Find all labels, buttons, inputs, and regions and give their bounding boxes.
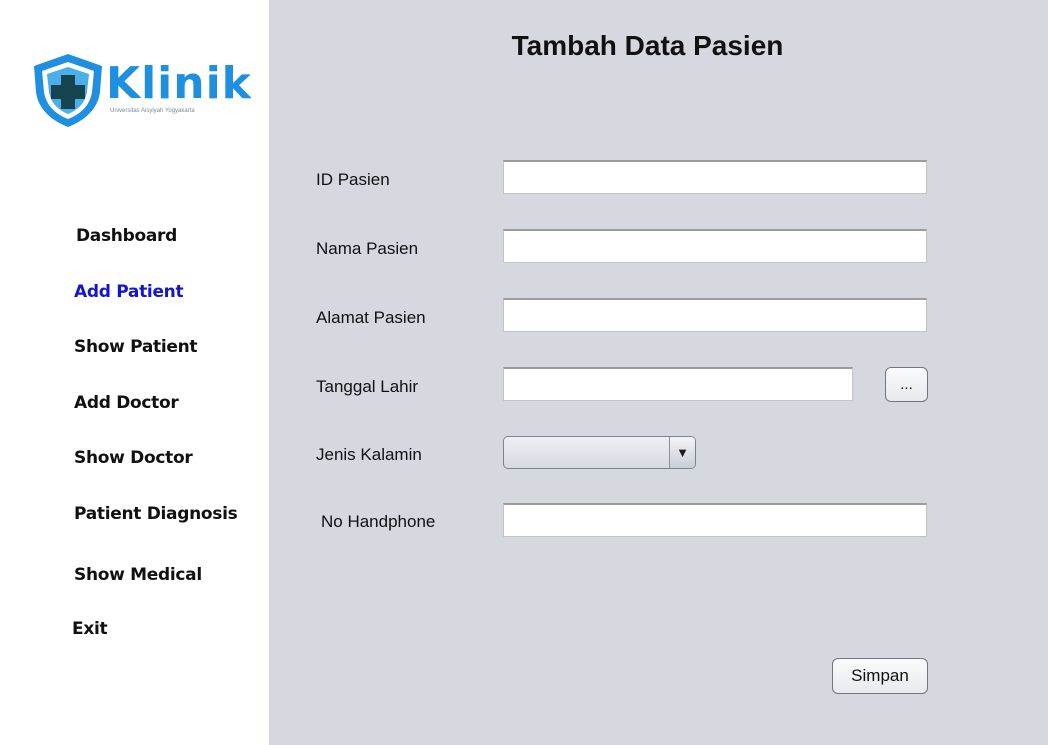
dropdown-arrow-icon[interactable]: ▼ (669, 437, 695, 468)
no-handphone-field[interactable] (503, 503, 927, 537)
jenis-kelamin-label: Jenis Kalamin (316, 445, 422, 464)
page-title: Tambah Data Pasien (511, 30, 784, 61)
sidebar-item-dashboard[interactable]: Dashboard (76, 226, 177, 246)
alamat-pasien-field[interactable] (503, 298, 927, 332)
form-panel: Tambah Data Pasien ID Pasien Nama Pasien… (269, 0, 1048, 745)
alamat-pasien-label: Alamat Pasien (316, 308, 426, 327)
simpan-button[interactable]: Simpan (832, 658, 928, 694)
date-picker-button[interactable]: ... (885, 367, 928, 402)
sidebar-item-add-doctor[interactable]: Add Doctor (74, 393, 179, 413)
sidebar-item-patient-diagnosis[interactable]: Patient Diagnosis (74, 504, 238, 524)
jenis-kelamin-dropdown[interactable]: ▼ (503, 436, 696, 469)
sidebar-item-add-patient[interactable]: Add Patient (74, 282, 184, 302)
sidebar: Klinik Universitas Aisyiyah Yogyakarta D… (0, 0, 269, 745)
sidebar-item-show-medical[interactable]: Show Medical (74, 565, 202, 585)
tanggal-lahir-label: Tanggal Lahir (316, 377, 419, 396)
klinik-logo: Klinik Universitas Aisyiyah Yogyakarta (30, 52, 251, 128)
id-pasien-label: ID Pasien (316, 170, 390, 189)
logo-text: Klinik (106, 58, 252, 109)
nama-pasien-field[interactable] (503, 229, 927, 263)
sidebar-item-exit[interactable]: Exit (72, 619, 108, 639)
sidebar-item-show-patient[interactable]: Show Patient (74, 337, 198, 357)
id-pasien-field[interactable] (503, 160, 927, 194)
nama-pasien-label: Nama Pasien (316, 239, 419, 258)
no-handphone-label: No Handphone (321, 512, 436, 531)
tanggal-lahir-field[interactable] (503, 367, 853, 401)
sidebar-item-show-doctor[interactable]: Show Doctor (74, 448, 193, 468)
logo-subtitle: Universitas Aisyiyah Yogyakarta (110, 108, 195, 114)
shield-cross-icon (34, 54, 102, 127)
